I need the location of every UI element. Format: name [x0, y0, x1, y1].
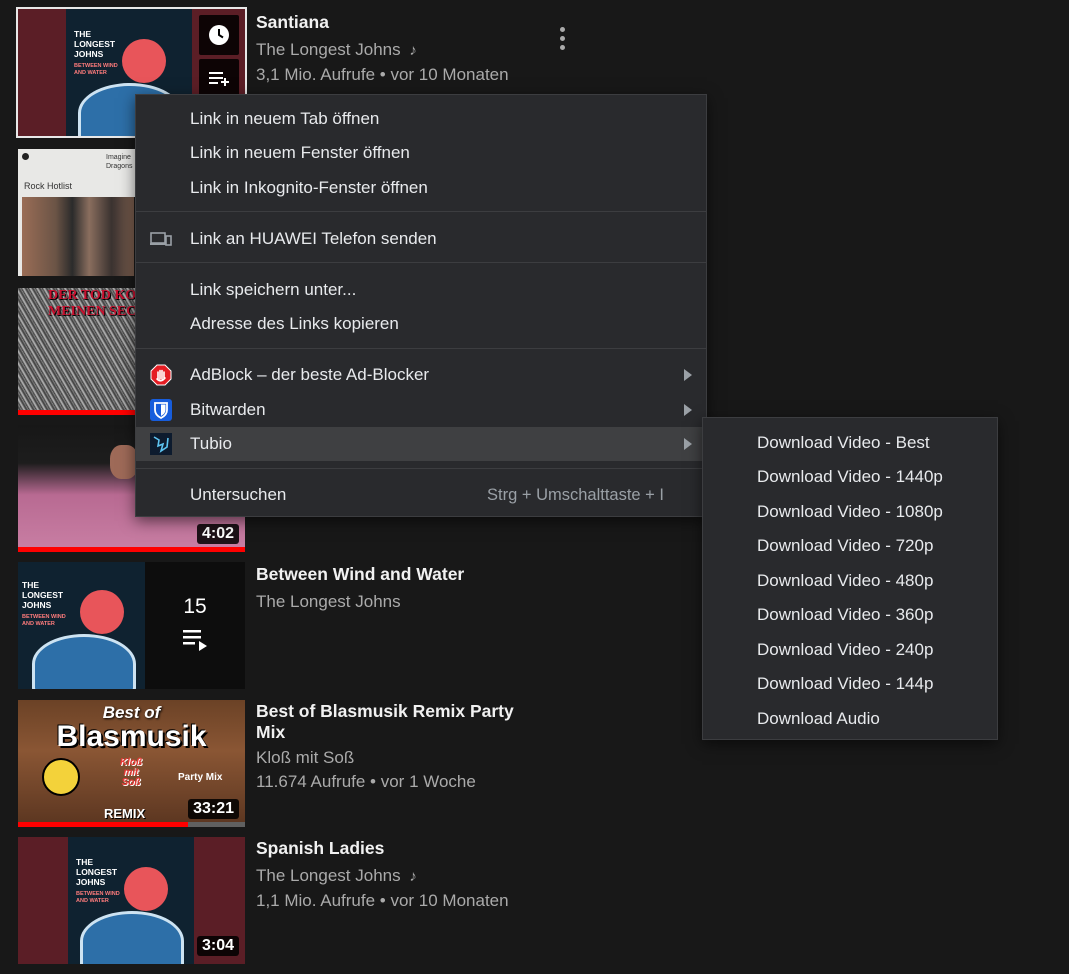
bitwarden-icon [150, 399, 172, 421]
submenu-item-download-360p[interactable]: Download Video - 360p [703, 598, 997, 632]
menu-item-tubio[interactable]: Tubio [136, 427, 706, 461]
playlist-count: 15 [183, 595, 207, 618]
submenu-item-download-144p[interactable]: Download Video - 144p [703, 667, 997, 701]
person-head [110, 445, 138, 479]
menu-item-open-new-tab[interactable]: Link in neuem Tab öffnen [136, 102, 706, 136]
album-art: THE LONGEST JOHNS BETWEEN WIND AND WATER [18, 562, 145, 689]
submenu-arrow-icon [684, 438, 692, 450]
queue-icon [209, 72, 229, 86]
music-note-icon: ♪ [409, 868, 417, 885]
video-duration: 33:21 [188, 799, 239, 819]
logo-dot [22, 153, 29, 160]
channel-name[interactable]: Kloß mit Soß [256, 746, 546, 770]
sun-graphic [122, 39, 166, 83]
menu-item-label: AdBlock – der beste Ad-Blocker [190, 365, 430, 384]
party-mix-label: Party Mix [178, 772, 223, 783]
watched-progress-bar [18, 547, 245, 552]
video-title[interactable]: Santiana [256, 12, 546, 33]
video-stats: 1,1 Mio. Aufrufe • vor 10 Monaten [256, 891, 509, 910]
album-art: THE LONGEST JOHNS BETWEEN WIND AND WATER [68, 837, 194, 964]
playlist-label: Rock Hotlist [24, 181, 73, 191]
wave-graphic [80, 911, 184, 964]
album-art-title: THE LONGEST JOHNS [22, 580, 64, 610]
playlist-title[interactable]: Between Wind and Water [256, 564, 546, 585]
dot [559, 27, 565, 32]
album-art-subtitle: BETWEEN WIND AND WATER [76, 891, 120, 904]
menu-item-adblock[interactable]: AdBlock – der beste Ad-Blocker [136, 358, 706, 392]
playlist-thumbnail[interactable]: THE LONGEST JOHNS BETWEEN WIND AND WATER… [18, 562, 245, 689]
video-stats: 11.674 Aufrufe • vor 1 Woche [256, 772, 476, 791]
channel-name[interactable]: The Longest Johns ♪ [256, 864, 546, 889]
menu-separator [136, 468, 706, 469]
smiley-graphic [42, 758, 80, 796]
tubio-submenu: Download Video - Best Download Video - 1… [702, 417, 998, 740]
album-art-title: THE LONGEST JOHNS [74, 29, 116, 59]
channel-label: The Longest Johns [256, 40, 401, 59]
channel-label: The Longest Johns [256, 866, 401, 885]
watch-later-button[interactable] [199, 15, 239, 55]
wave-graphic [32, 634, 136, 689]
menu-item-copy-link-address[interactable]: Adresse des Links kopieren [136, 307, 706, 341]
menu-item-open-incognito[interactable]: Link in Inkognito-Fenster öffnen [136, 171, 706, 205]
sun-graphic [80, 590, 124, 634]
dot [559, 36, 565, 41]
tubio-icon [150, 433, 172, 455]
brand-logo-text: Kloß mit Soß [119, 757, 143, 788]
menu-separator [136, 211, 706, 212]
video-thumbnail[interactable]: THE LONGEST JOHNS BETWEEN WIND AND WATER… [18, 837, 245, 964]
clock-icon [209, 25, 229, 45]
menu-item-label: Untersuchen [190, 485, 287, 504]
music-note-icon: ♪ [409, 42, 417, 59]
submenu-item-download-1440p[interactable]: Download Video - 1440p [703, 460, 997, 494]
menu-item-label: Bitwarden [190, 400, 266, 419]
menu-item-label: Link an HUAWEI Telefon senden [190, 229, 437, 248]
band-photo [22, 197, 134, 276]
submenu-item-download-720p[interactable]: Download Video - 720p [703, 529, 997, 563]
adblock-icon [150, 364, 172, 386]
playlist-overlay: 15 [145, 562, 245, 689]
menu-item-inspect[interactable]: Untersuchen Strg + Umschalttaste + I [136, 478, 706, 512]
album-art-subtitle: BETWEEN WIND AND WATER [22, 614, 66, 627]
more-actions-button[interactable] [556, 25, 568, 51]
menu-separator [136, 262, 706, 263]
album-art-side [18, 837, 68, 964]
artist-label: Imagine Dragons [106, 154, 133, 170]
dot [559, 45, 565, 50]
submenu-item-download-1080p[interactable]: Download Video - 1080p [703, 495, 997, 529]
video-title[interactable]: Best of Blasmusik Remix Party Mix [256, 701, 546, 743]
menu-item-bitwarden[interactable]: Bitwarden [136, 393, 706, 427]
album-art-title: THE LONGEST JOHNS [76, 857, 118, 887]
watched-progress-bar [18, 822, 189, 827]
keyboard-shortcut: Strg + Umschalttaste + I [487, 485, 664, 504]
context-menu: Link in neuem Tab öffnen Link in neuem F… [135, 94, 707, 517]
submenu-item-download-240p[interactable]: Download Video - 240p [703, 633, 997, 667]
video-stats: 3,1 Mio. Aufrufe • vor 10 Monaten [256, 65, 509, 84]
submenu-arrow-icon [684, 404, 692, 416]
remix-label: REMIX [104, 806, 146, 821]
video-thumbnail[interactable]: Best of Blasmusik Kloß mit Soß Party Mix… [18, 700, 245, 827]
thumbnail-main-text: Blasmusik [56, 720, 207, 753]
submenu-item-download-audio[interactable]: Download Audio [703, 702, 997, 736]
menu-item-save-link[interactable]: Link speichern unter... [136, 273, 706, 307]
submenu-item-download-480p[interactable]: Download Video - 480p [703, 564, 997, 598]
channel-name[interactable]: The Longest Johns ♪ [256, 38, 546, 63]
video-duration: 4:02 [196, 524, 239, 544]
menu-item-open-new-window[interactable]: Link in neuem Fenster öffnen [136, 136, 706, 170]
menu-item-send-to-device[interactable]: Link an HUAWEI Telefon senden [136, 222, 706, 256]
channel-name[interactable]: The Longest Johns [256, 590, 546, 614]
submenu-item-download-best[interactable]: Download Video - Best [703, 426, 997, 460]
playlist-icon [183, 630, 207, 651]
submenu-arrow-icon [684, 369, 692, 381]
sun-graphic [124, 867, 168, 911]
album-art-side [18, 9, 66, 136]
devices-icon [150, 232, 172, 246]
album-art-subtitle: BETWEEN WIND AND WATER [74, 63, 118, 76]
add-to-queue-button[interactable] [199, 59, 239, 99]
menu-separator [136, 348, 706, 349]
video-duration: 3:04 [196, 936, 239, 956]
menu-item-label: Tubio [190, 434, 232, 453]
video-title[interactable]: Spanish Ladies [256, 838, 546, 859]
